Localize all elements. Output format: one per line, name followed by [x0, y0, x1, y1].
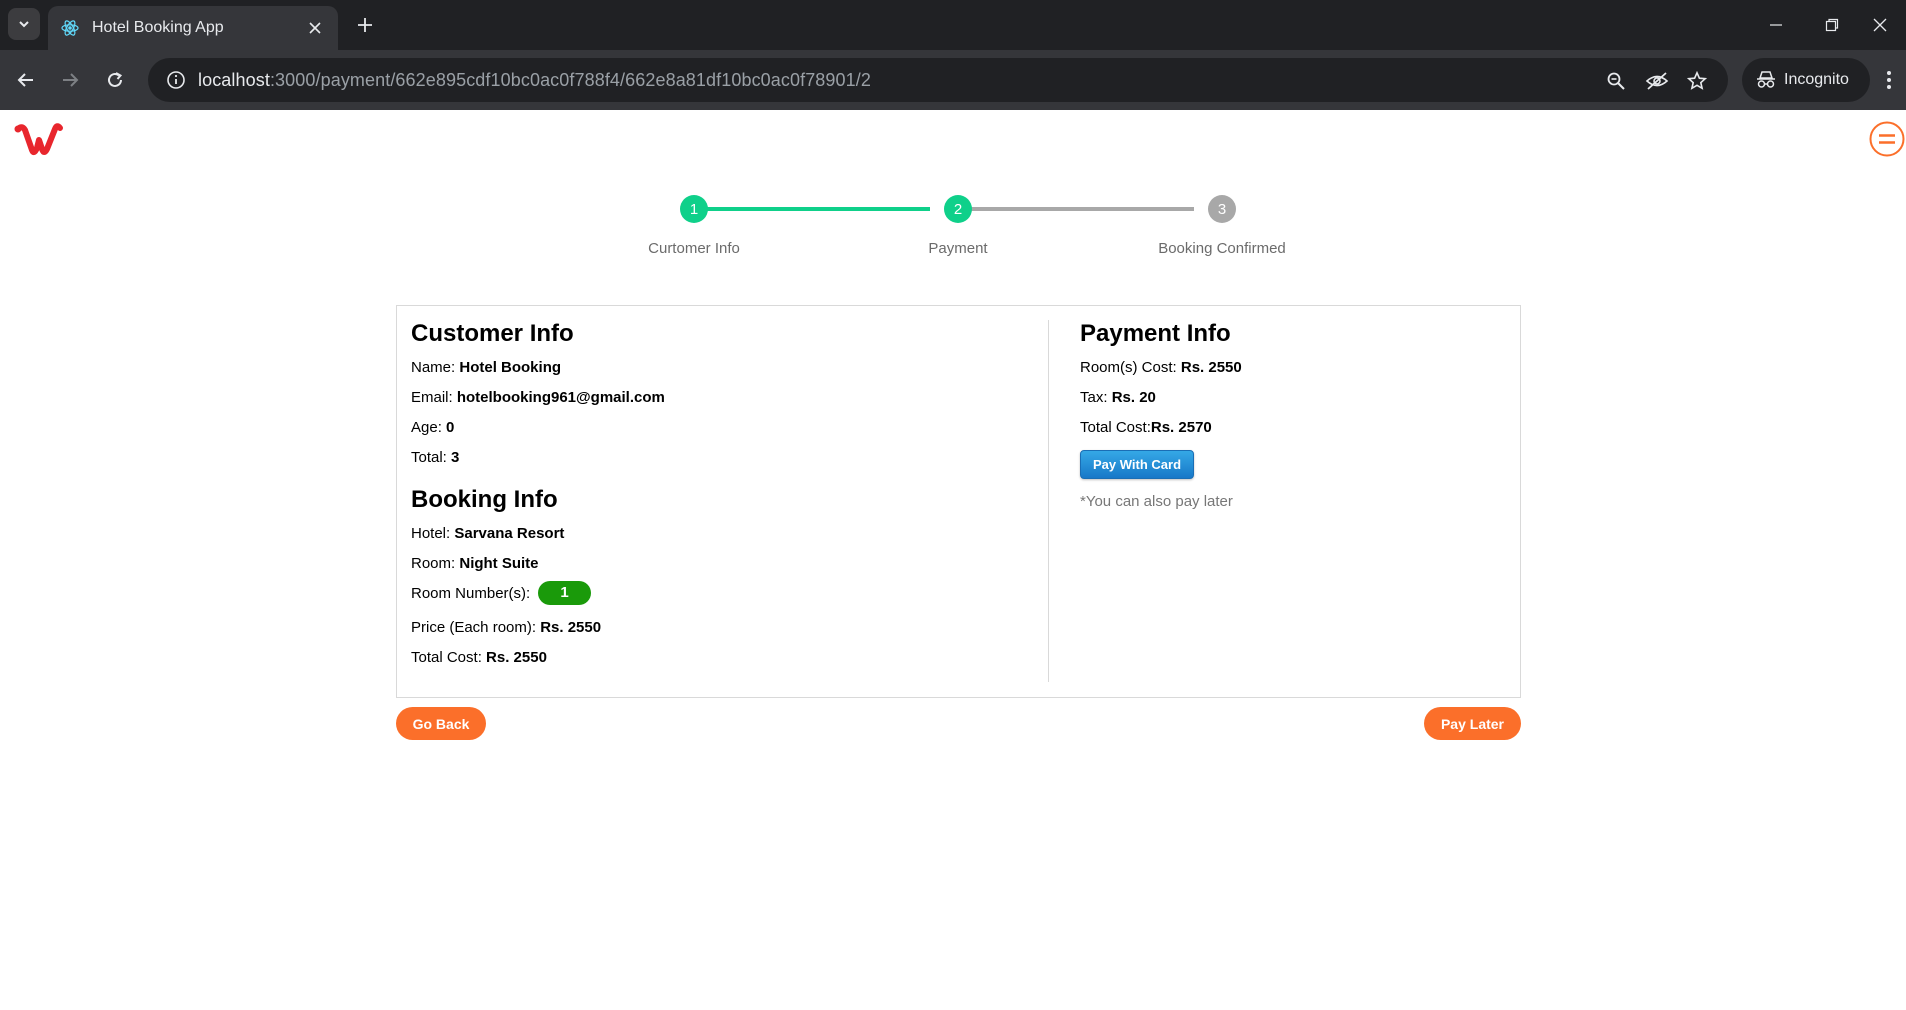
- step-1-circle: 1: [680, 195, 708, 223]
- step-2-label: Payment: [928, 240, 988, 257]
- rooms-cost-label: Room(s) Cost:: [1080, 359, 1181, 376]
- booking-info-heading: Booking Info: [411, 486, 558, 513]
- rooms-cost: Rs. 2550: [1180, 359, 1242, 376]
- chevron-down-icon: [19, 21, 29, 28]
- menu-icon: [1869, 121, 1905, 157]
- incognito-icon: [1757, 71, 1775, 88]
- tax-value: Rs. 20: [1111, 389, 1156, 406]
- minimize-button[interactable]: [1748, 0, 1804, 50]
- eye-off-icon[interactable]: [1642, 66, 1672, 96]
- new-tab-button[interactable]: [350, 10, 380, 40]
- restore-icon: [1825, 18, 1839, 32]
- age-label: Age:: [411, 419, 447, 436]
- arrow-left-icon: [17, 73, 33, 87]
- plus-icon: [358, 18, 372, 32]
- url-text: localhost:3000/payment/662e895cdf10bc0ac…: [198, 70, 871, 91]
- browser-menu-button[interactable]: [1876, 64, 1902, 96]
- close-window-button[interactable]: [1852, 0, 1906, 50]
- room-name: Night Suite: [459, 555, 539, 572]
- room-row: Room: Night Suite: [411, 554, 1031, 584]
- hotel-name: Sarvana Resort: [454, 525, 565, 542]
- browser-tab-strip: Hotel Booking App: [0, 0, 1906, 50]
- room-number-badge: 1: [538, 581, 591, 605]
- booking-stepper: 1 2 3 Curtomer Info Payment Booking Conf…: [620, 184, 1300, 274]
- close-icon: [1873, 18, 1887, 32]
- total-label: Total:: [411, 449, 452, 466]
- customer-name-row: Name: Hotel Booking: [411, 358, 1031, 388]
- booking-summary-card: Customer Info Name: Hotel Booking Email:…: [396, 305, 1521, 698]
- incognito-indicator[interactable]: Incognito: [1742, 58, 1870, 102]
- logo-icon: [14, 123, 63, 156]
- customer-info-heading: Customer Info: [411, 320, 574, 347]
- step-1-label: Curtomer Info: [648, 240, 740, 257]
- price-label: Price (Each room):: [411, 619, 541, 636]
- arrow-right-icon: [63, 73, 79, 87]
- step-3-circle: 3: [1208, 195, 1236, 223]
- rooms-cost-row: Room(s) Cost: Rs. 2550: [1080, 358, 1500, 388]
- more-vert-icon: [1887, 71, 1891, 89]
- booking-total-cost-label: Total Cost:: [411, 649, 487, 666]
- customer-booking-column: Customer Info Name: Hotel Booking Email:…: [411, 320, 1031, 678]
- customer-age: 0: [446, 419, 455, 436]
- forward-button[interactable]: [52, 62, 88, 98]
- price-value: Rs. 2550: [540, 619, 602, 636]
- reload-button[interactable]: [97, 62, 133, 98]
- pay-later-button[interactable]: Pay Later: [1424, 707, 1521, 740]
- booking-total-cost-row: Total Cost: Rs. 2550: [411, 648, 1031, 678]
- payment-total-cost-row: Total Cost: Rs. 2570: [1080, 418, 1500, 448]
- minimize-icon: [1770, 24, 1782, 26]
- url-host: localhost: [198, 69, 270, 90]
- customer-email: hotelbooking961@gmail.com: [456, 389, 665, 406]
- customer-age-row: Age: 0: [411, 418, 1031, 448]
- browser-tab[interactable]: Hotel Booking App: [48, 6, 338, 50]
- brand-logo[interactable]: [12, 120, 64, 160]
- page-content: 1 2 3 Curtomer Info Payment Booking Conf…: [0, 110, 1906, 1010]
- close-icon[interactable]: [304, 17, 326, 39]
- payment-total-cost: Rs. 2570: [1150, 419, 1212, 436]
- step-connector-pending: [958, 207, 1194, 211]
- hamburger-menu-button[interactable]: [1868, 120, 1906, 158]
- customer-total-row: Total: 3: [411, 448, 1031, 478]
- room-numbers-label: Room Number(s):: [411, 585, 535, 602]
- zoom-icon[interactable]: [1601, 66, 1631, 96]
- site-info-icon[interactable]: [154, 58, 198, 102]
- incognito-label: Incognito: [1784, 71, 1849, 88]
- pay-later-note: *You can also pay later: [1080, 493, 1233, 510]
- go-back-button[interactable]: Go Back: [396, 707, 486, 740]
- tab-search-button[interactable]: [8, 8, 40, 40]
- email-label: Email:: [411, 389, 457, 406]
- tax-row: Tax: Rs. 20: [1080, 388, 1500, 418]
- booking-total-cost: Rs. 2550: [486, 649, 547, 666]
- payment-column: Payment Info Room(s) Cost: Rs. 2550 Tax:…: [1080, 320, 1500, 510]
- reload-icon: [108, 72, 123, 87]
- customer-name: Hotel Booking: [459, 359, 562, 376]
- payment-total-cost-label: Total Cost:: [1080, 419, 1151, 436]
- customer-email-row: Email: hotelbooking961@gmail.com: [411, 388, 1031, 418]
- hotel-label: Hotel:: [411, 525, 455, 542]
- tab-title: Hotel Booking App: [92, 19, 224, 36]
- back-button[interactable]: [8, 62, 44, 98]
- browser-toolbar: localhost:3000/payment/662e895cdf10bc0ac…: [0, 50, 1906, 110]
- step-connector-done: [694, 207, 930, 211]
- customer-total: 3: [451, 449, 460, 466]
- hotel-row: Hotel: Sarvana Resort: [411, 524, 1031, 554]
- react-icon: [60, 18, 80, 38]
- address-bar[interactable]: localhost:3000/payment/662e895cdf10bc0ac…: [148, 58, 1728, 102]
- column-divider: [1048, 320, 1049, 682]
- price-row: Price (Each room): Rs. 2550: [411, 618, 1031, 648]
- payment-info-heading: Payment Info: [1080, 320, 1231, 347]
- name-label: Name:: [411, 359, 460, 376]
- pay-with-card-button[interactable]: Pay With Card: [1080, 450, 1195, 479]
- step-3-label: Booking Confirmed: [1158, 240, 1286, 257]
- room-numbers-row: Room Number(s): 1: [411, 581, 1031, 618]
- room-label: Room:: [411, 555, 460, 572]
- tax-label: Tax:: [1080, 389, 1112, 406]
- step-2-circle: 2: [944, 195, 972, 223]
- star-icon[interactable]: [1682, 66, 1712, 96]
- url-path: :3000/payment/662e895cdf10bc0ac0f788f4/6…: [269, 69, 871, 90]
